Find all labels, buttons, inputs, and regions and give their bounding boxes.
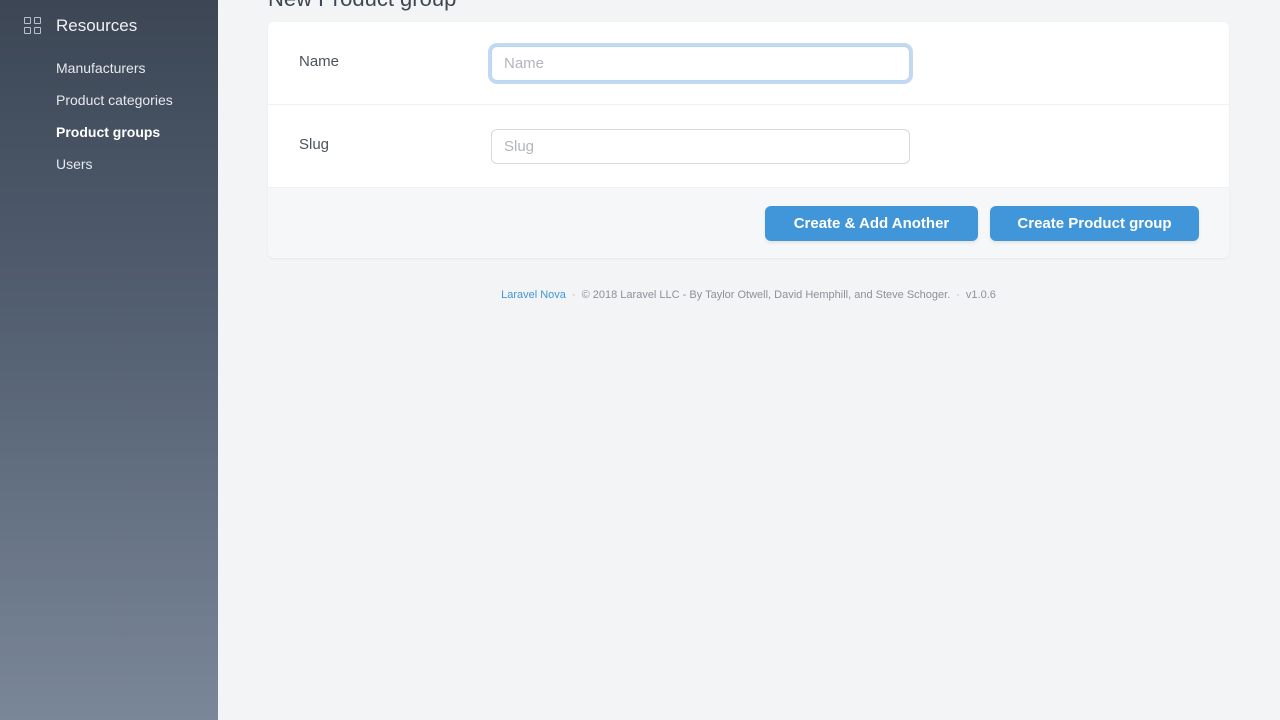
resources-header: Resources [24, 16, 137, 36]
create-product-group-button[interactable]: Create Product group [990, 206, 1199, 241]
sidebar-item-manufacturers[interactable]: Manufacturers [56, 58, 173, 90]
sidebar-item-users[interactable]: Users [56, 154, 173, 186]
slug-label: Slug [299, 136, 330, 153]
sidebar-nav: Manufacturers Product categories Product… [56, 58, 173, 186]
create-and-add-another-button[interactable]: Create & Add Another [765, 206, 978, 241]
footer-version: v1.0.6 [965, 289, 996, 301]
sidebar: Resources Manufacturers Product categori… [0, 0, 218, 720]
name-field-row: Name [268, 22, 1229, 105]
sidebar-item-product-categories[interactable]: Product categories [56, 90, 173, 122]
name-input[interactable] [491, 46, 910, 81]
laravel-nova-link[interactable]: Laravel Nova [501, 289, 566, 301]
form-card: Name Slug Create & Add Another Create Pr… [268, 22, 1229, 258]
name-label: Name [299, 53, 340, 70]
slug-field-row: Slug [268, 105, 1229, 188]
footer-separator: · [571, 289, 576, 301]
form-actions: Create & Add Another Create Product grou… [268, 188, 1229, 258]
resources-title: Resources [56, 16, 138, 35]
grid-icon [24, 17, 42, 35]
sidebar-item-product-groups[interactable]: Product groups [56, 122, 173, 154]
page-footer: Laravel Nova · © 2018 Laravel LLC - By Tay… [268, 289, 1229, 301]
page-title: New Product group [268, 0, 456, 12]
footer-separator-2: · [956, 289, 960, 301]
slug-input[interactable] [491, 129, 910, 164]
footer-copyright: © 2018 Laravel LLC - By Taylor Otwell, D… [581, 289, 951, 301]
